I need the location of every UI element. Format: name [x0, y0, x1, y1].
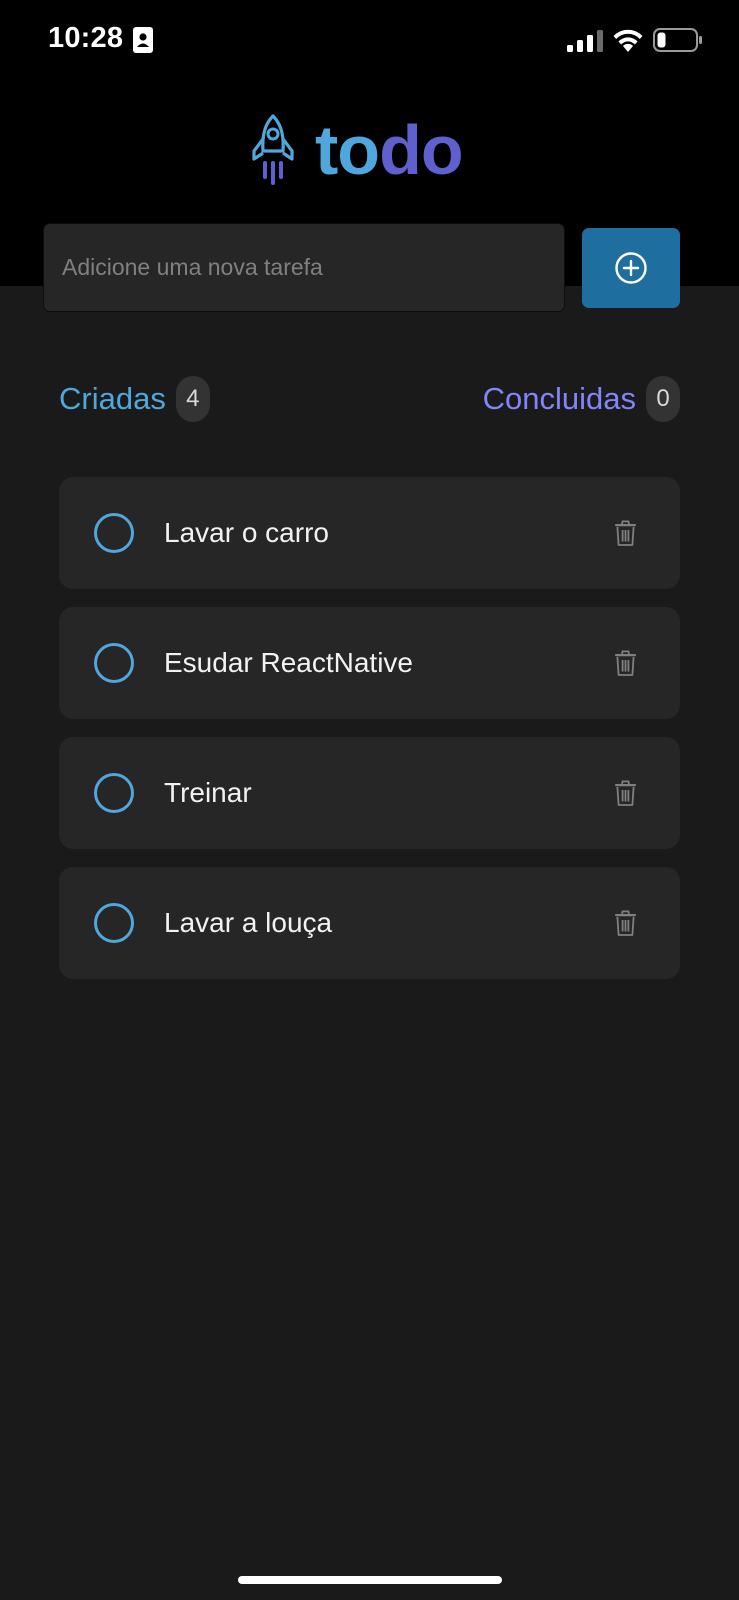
battery-icon	[653, 28, 702, 52]
task-text: Lavar o carro	[164, 517, 329, 548]
task-item: Esudar ReactNative	[59, 607, 680, 719]
task-checkbox[interactable]	[94, 513, 134, 553]
task-checkbox[interactable]	[94, 903, 134, 943]
wifi-icon	[613, 29, 643, 52]
new-task-input[interactable]	[43, 223, 565, 312]
status-time: 10:28	[48, 22, 124, 54]
task-text: Lavar a louça	[164, 907, 333, 938]
done-counter: Concluidas 0	[483, 376, 680, 422]
done-label: Concluidas	[482, 381, 636, 416]
task-item: Lavar o carro	[59, 477, 680, 589]
trash-icon[interactable]	[614, 520, 637, 547]
task-checkbox[interactable]	[94, 773, 134, 813]
contact-card-icon	[133, 27, 153, 53]
trash-icon[interactable]	[614, 780, 637, 807]
trash-icon[interactable]	[614, 650, 637, 677]
add-task-button[interactable]	[582, 228, 680, 308]
rocket-icon	[252, 114, 294, 185]
task-item: Treinar	[59, 737, 680, 849]
task-text: Treinar	[164, 777, 252, 808]
task-text: Esudar ReactNative	[164, 647, 414, 678]
signal-icon	[567, 30, 603, 52]
created-counter: Criadas 4	[59, 376, 210, 422]
logo-text-to: to	[315, 111, 380, 189]
created-count-badge: 4	[175, 376, 210, 422]
home-indicator[interactable]	[238, 1576, 502, 1584]
app-logo: to do	[251, 111, 464, 189]
logo-text-do: do	[379, 111, 464, 189]
task-checkbox[interactable]	[94, 643, 134, 683]
logo-text: to do	[315, 111, 464, 189]
created-label: Criadas	[59, 381, 166, 416]
trash-icon[interactable]	[614, 910, 637, 937]
task-item: Lavar a louça	[59, 867, 680, 979]
plus-circle-icon	[615, 252, 647, 284]
task-list: Lavar o carro Esudar ReactNative Treinar	[59, 477, 680, 997]
status-bar: 10:28	[0, 0, 739, 84]
done-count-badge: 0	[646, 376, 680, 422]
